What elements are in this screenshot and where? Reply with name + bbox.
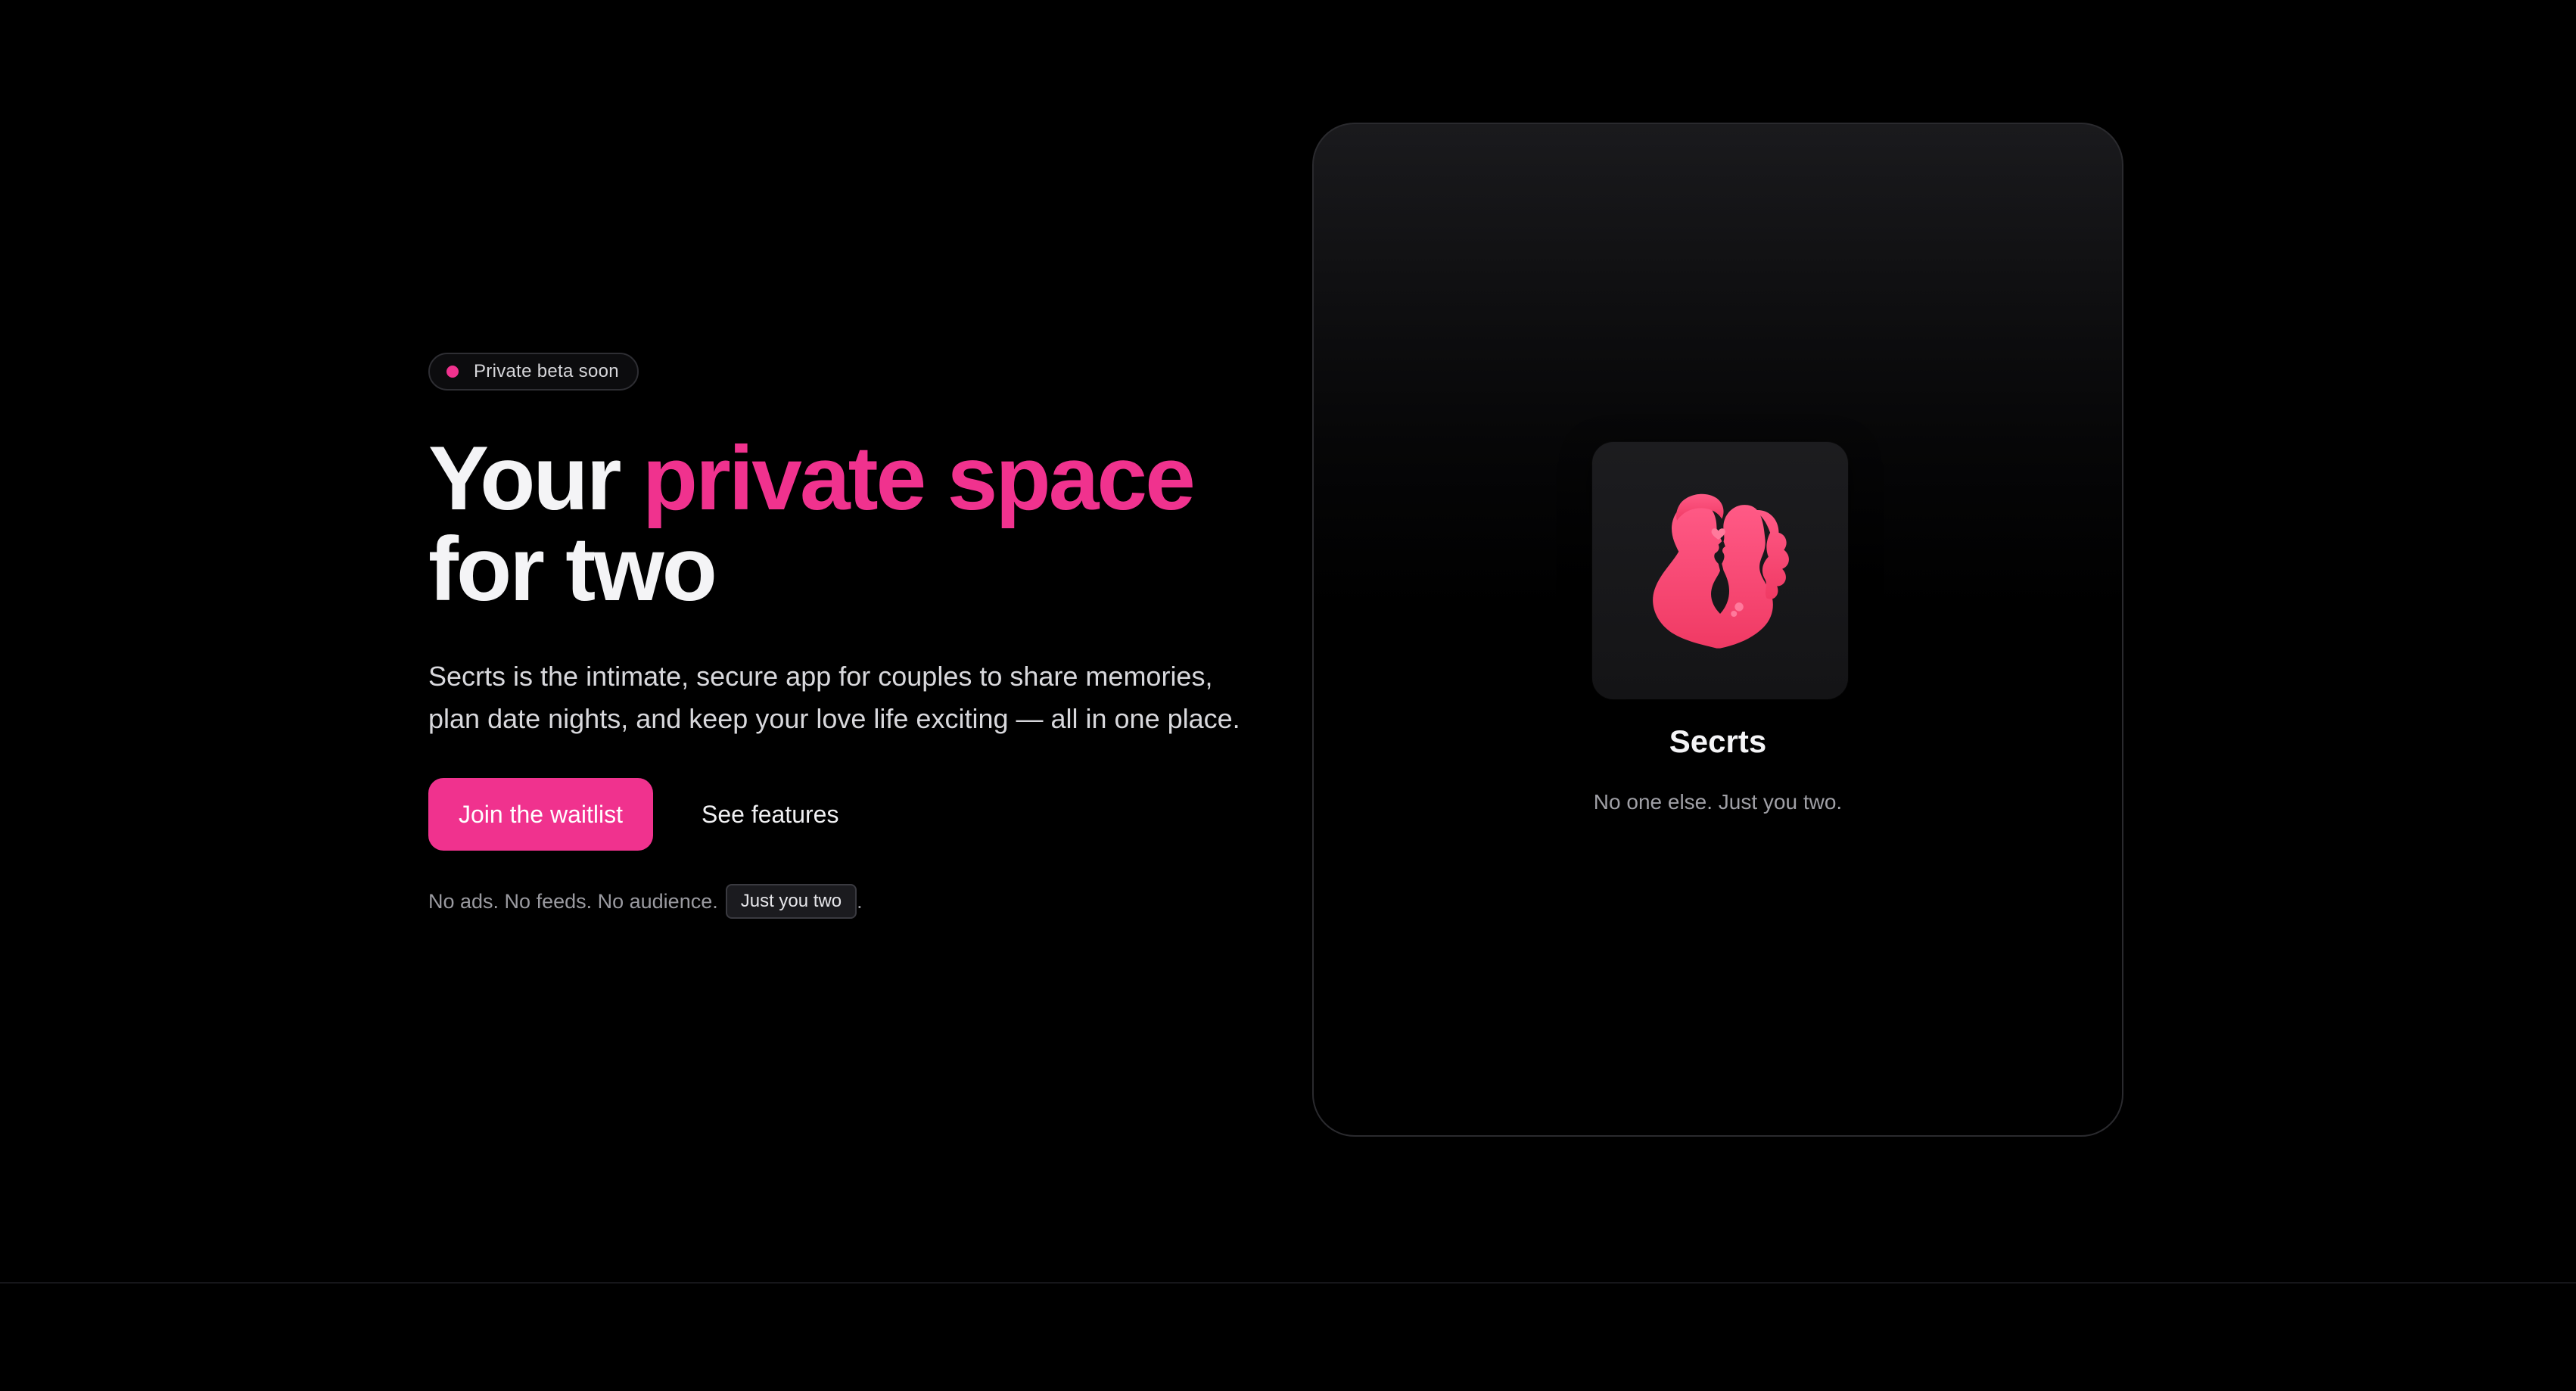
footnote-period: . <box>857 889 863 913</box>
status-badge: Private beta soon <box>428 353 639 391</box>
headline-part-1: Your <box>428 428 642 529</box>
join-waitlist-button[interactable]: Join the waitlist <box>428 778 653 851</box>
headline-accent: private space <box>642 428 1196 529</box>
app-tagline: No one else. Just you two. <box>1593 790 1843 814</box>
cta-row: Join the waitlist See features <box>428 778 1261 851</box>
headline-line-2: for two <box>428 518 717 620</box>
hero-description-line-1: Secrts is the intimate, secure app for c… <box>428 661 1213 692</box>
just-you-two-tag: Just you two <box>725 884 857 919</box>
footnote: No ads. No feeds. No audience. Just you … <box>428 884 1261 919</box>
footer-divider <box>0 1282 2576 1284</box>
app-icon-tile <box>1592 442 1848 699</box>
hero-section: Private beta soon Your private space for… <box>428 353 1261 919</box>
app-preview-card: Secrts No one else. Just you two. <box>1312 123 2123 1137</box>
footnote-text: No ads. No feeds. No audience. <box>428 889 718 913</box>
hero-description-line-2: plan date nights, and keep your love lif… <box>428 703 1240 734</box>
app-name: Secrts <box>1669 724 1767 759</box>
see-features-link[interactable]: See features <box>702 801 838 829</box>
headline-line-1: Your private space <box>428 433 1261 524</box>
couple-kiss-silhouette-icon <box>1653 493 1789 649</box>
status-dot-icon <box>446 366 459 378</box>
hero-description: Secrts is the intimate, secure app for c… <box>428 655 1276 740</box>
status-badge-label: Private beta soon <box>474 361 619 381</box>
page-title: Your private space for two <box>428 433 1261 615</box>
landing-page: Private beta soon Your private space for… <box>0 0 2576 1391</box>
